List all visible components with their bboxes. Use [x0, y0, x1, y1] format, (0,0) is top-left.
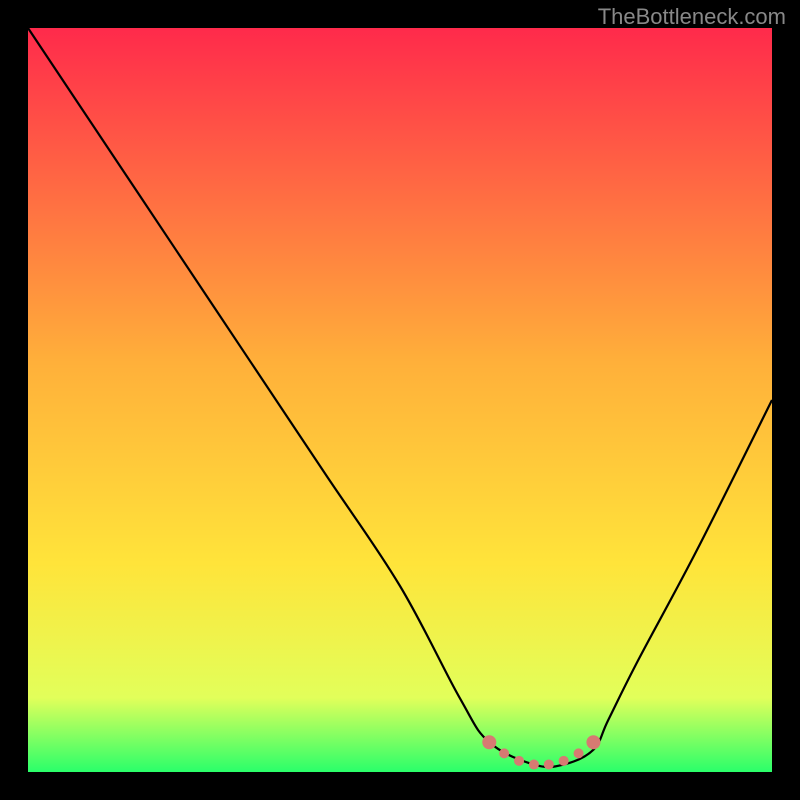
marker-dot: [544, 760, 554, 770]
bottleneck-chart: [0, 0, 800, 800]
marker-dot: [574, 748, 584, 758]
marker-dot: [586, 735, 600, 749]
chart-stage: TheBottleneck.com: [0, 0, 800, 800]
plot-background: [28, 28, 772, 772]
watermark-text: TheBottleneck.com: [598, 4, 786, 30]
marker-dot: [499, 748, 509, 758]
marker-dot: [559, 756, 569, 766]
marker-dot: [482, 735, 496, 749]
marker-dot: [514, 756, 524, 766]
marker-dot: [529, 760, 539, 770]
